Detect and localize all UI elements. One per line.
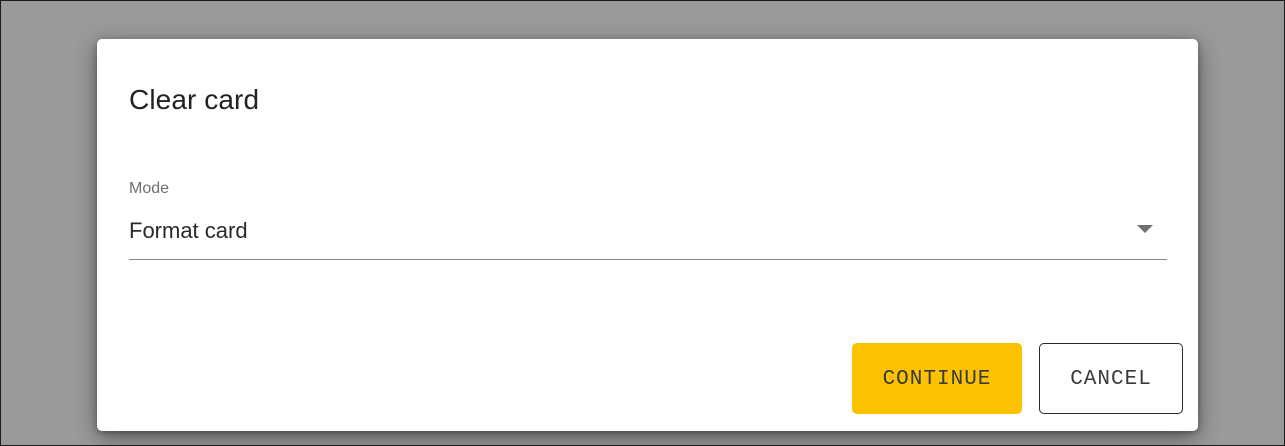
clear-card-dialog: Clear card Mode Format card CONTINUE CAN… xyxy=(97,39,1198,431)
mode-value[interactable]: Format card xyxy=(129,217,248,245)
mode-select[interactable]: Mode Format card xyxy=(129,179,1167,261)
mode-label: Mode xyxy=(129,180,170,197)
mode-underline xyxy=(129,259,1167,260)
modal-backdrop: Clear card Mode Format card CONTINUE CAN… xyxy=(0,0,1285,446)
chevron-down-icon[interactable] xyxy=(1137,225,1153,233)
continue-button[interactable]: CONTINUE xyxy=(852,343,1022,414)
dialog-title: Clear card xyxy=(129,84,260,115)
cancel-button[interactable]: CANCEL xyxy=(1039,343,1183,414)
